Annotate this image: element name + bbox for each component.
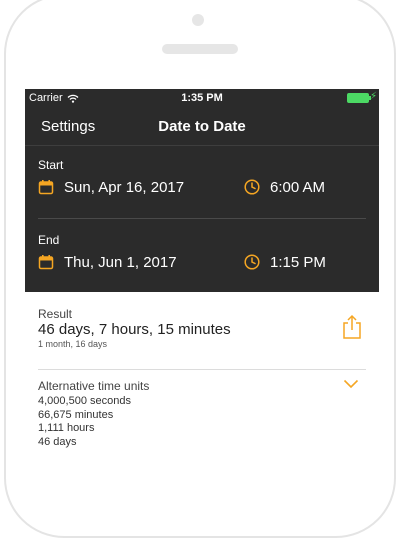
- start-end-divider: [38, 218, 366, 219]
- status-time: 1:35 PM: [181, 92, 223, 104]
- calendar-icon: [38, 255, 54, 270]
- list-item: 46 days: [38, 435, 77, 448]
- result-divider: [38, 369, 366, 370]
- nav-divider: [25, 145, 379, 146]
- start-time-value: 6:00 AM: [270, 178, 326, 196]
- page-title: Date to Date: [158, 118, 246, 135]
- end-time-picker[interactable]: 1:15 PM: [244, 251, 326, 273]
- start-time-picker[interactable]: 6:00 AM: [244, 176, 325, 198]
- charging-icon: ⚡: [369, 91, 377, 102]
- result-summary: 1 month, 16 days: [38, 339, 108, 349]
- result-value: 46 days, 7 hours, 15 minutes: [38, 321, 231, 338]
- navigation-bar: Settings Date to Date: [25, 111, 379, 141]
- list-item: 1,111 hours: [38, 422, 95, 434]
- calendar-icon: [38, 180, 54, 195]
- speaker-slot: [162, 44, 238, 54]
- date-input-panel: Carrier 1:35 PM ⚡ Settings Date to Date …: [25, 89, 379, 292]
- battery-icon: [347, 93, 371, 103]
- phone-frame: Carrier 1:35 PM ⚡ Settings Date to Date …: [0, 0, 400, 538]
- chevron-down-icon[interactable]: [343, 378, 359, 390]
- status-bar: Carrier 1:35 PM ⚡: [25, 89, 379, 107]
- end-date-picker[interactable]: Thu, Jun 1, 2017: [38, 251, 177, 273]
- alternative-units-label: Alternative time units: [38, 379, 150, 393]
- clock-icon: [244, 179, 260, 195]
- alternative-units-list: 4,000,500 seconds 66,675 minutes 1,111 h…: [38, 395, 131, 449]
- start-label: Start: [38, 158, 64, 172]
- app-screen: Carrier 1:35 PM ⚡ Settings Date to Date …: [25, 89, 379, 509]
- end-time-value: 1:15 PM: [270, 253, 326, 271]
- start-date-value: Sun, Apr 16, 2017: [64, 178, 185, 196]
- list-item: 66,675 minutes: [38, 408, 114, 421]
- share-icon[interactable]: [341, 314, 363, 340]
- end-date-value: Thu, Jun 1, 2017: [64, 253, 177, 271]
- list-item: 4,000,500 seconds: [38, 395, 131, 407]
- result-label: Result: [38, 307, 73, 321]
- clock-icon: [244, 254, 260, 270]
- end-label: End: [38, 233, 60, 247]
- front-camera: [192, 14, 204, 26]
- start-date-picker[interactable]: Sun, Apr 16, 2017: [38, 176, 184, 198]
